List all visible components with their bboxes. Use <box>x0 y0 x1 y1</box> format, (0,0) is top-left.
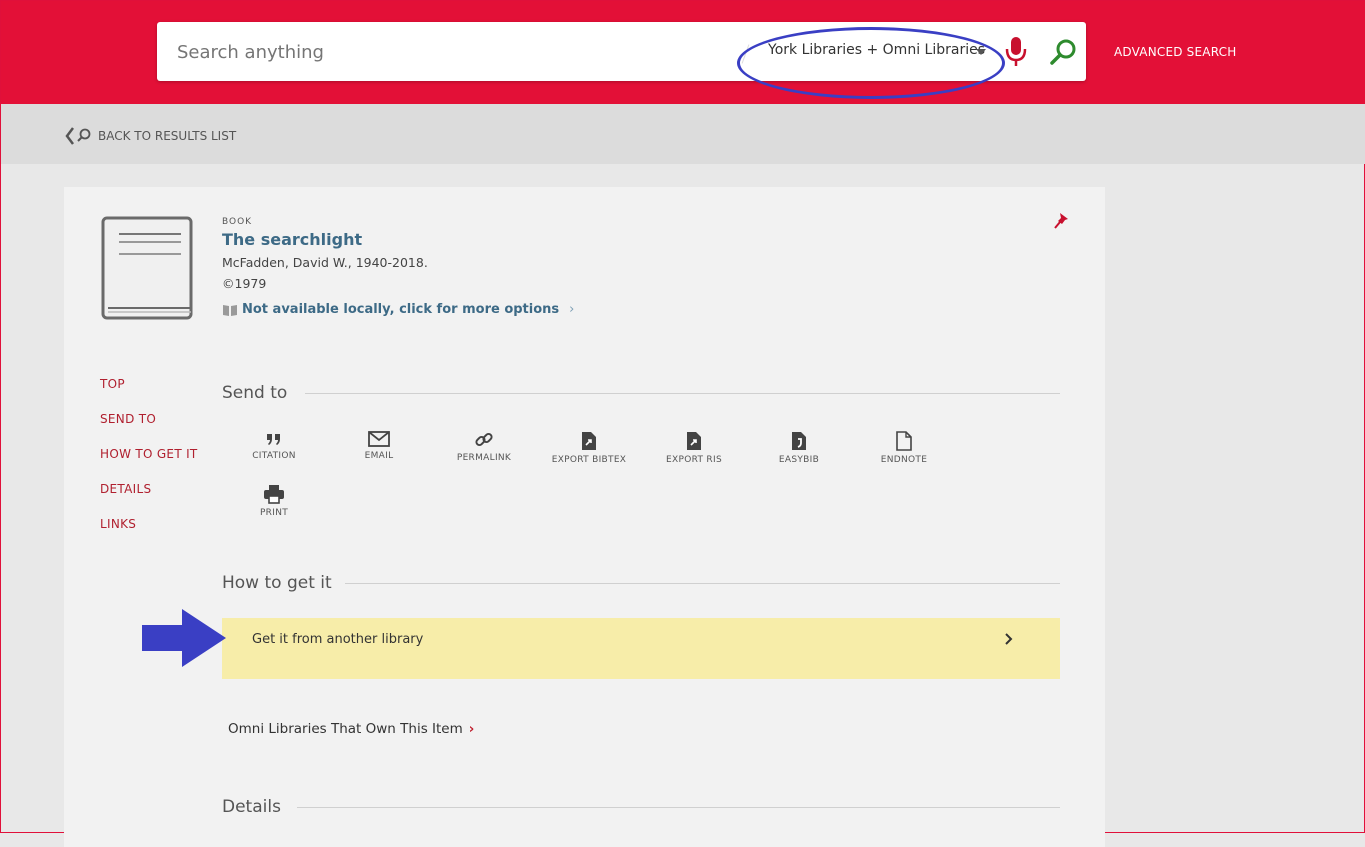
printer-icon <box>264 485 284 504</box>
easybib-icon <box>792 432 806 450</box>
send-to-divider <box>305 393 1060 394</box>
get-it-option-label: Get it from another library <box>252 632 424 647</box>
search-icon[interactable] <box>1047 37 1079 69</box>
citation-label: CITATION <box>252 451 296 461</box>
print-button[interactable]: PRINT <box>234 484 314 518</box>
availability-link[interactable]: Not available locally, click for more op… <box>222 302 574 317</box>
back-label: BACK TO RESULTS LIST <box>98 129 237 143</box>
get-from-another-library-row[interactable]: Get it from another library <box>222 618 1060 679</box>
send-to-heading: Send to <box>222 383 288 403</box>
export-file-icon <box>687 432 701 450</box>
back-to-results-link[interactable]: BACK TO RESULTS LIST <box>64 126 236 146</box>
search-scope-select[interactable]: York Libraries + Omni Libraries <box>768 42 985 58</box>
quote-icon <box>267 434 280 445</box>
email-icon <box>368 431 390 447</box>
export-ris-label: EXPORT RIS <box>666 455 722 465</box>
record-type: BOOK <box>222 217 253 227</box>
export-ris-button[interactable]: EXPORT RIS <box>654 431 734 465</box>
back-bar: BACK TO RESULTS LIST <box>1 104 1365 164</box>
endnote-button[interactable]: ENDNOTE <box>864 431 944 465</box>
export-file-icon <box>582 432 596 450</box>
chevron-right-icon: › <box>569 302 575 317</box>
search-input[interactable] <box>175 38 715 66</box>
book-open-icon <box>223 304 237 316</box>
book-thumbnail <box>101 216 193 324</box>
arrow-annotation-icon <box>142 609 230 673</box>
easybib-button[interactable]: EASYBIB <box>759 431 839 465</box>
how-to-get-heading: How to get it <box>222 573 332 593</box>
citation-button[interactable]: CITATION <box>234 431 314 461</box>
permalink-label: PERMALINK <box>456 453 512 463</box>
chevron-right-icon: › <box>468 721 475 737</box>
export-bibtex-button[interactable]: EXPORT BIBTEX <box>549 431 629 465</box>
email-label: EMAIL <box>364 451 394 461</box>
omni-libraries-label: Omni Libraries That Own This Item <box>228 721 463 737</box>
endnote-label: ENDNOTE <box>880 455 928 465</box>
nav-send-to[interactable]: SEND TO <box>100 412 198 426</box>
section-nav: TOP SEND TO HOW TO GET IT DETAILS LINKS <box>100 377 198 552</box>
nav-links[interactable]: LINKS <box>100 517 198 531</box>
top-bar: York Libraries + Omni Libraries ADVANCED… <box>1 1 1365 104</box>
nav-how-to-get-it[interactable]: HOW TO GET IT <box>100 447 198 461</box>
back-search-icon <box>65 127 91 145</box>
document-icon <box>896 431 912 451</box>
easybib-label: EASYBIB <box>778 455 820 465</box>
search-box: York Libraries + Omni Libraries <box>157 22 1086 81</box>
chevron-right-icon <box>1004 632 1014 650</box>
details-divider <box>297 807 1060 808</box>
omni-libraries-link[interactable]: Omni Libraries That Own This Item › <box>228 721 474 737</box>
advanced-search-link[interactable]: ADVANCED SEARCH <box>1114 45 1236 59</box>
export-bibtex-label: EXPORT BIBTEX <box>551 455 627 465</box>
pin-icon[interactable] <box>1054 212 1070 234</box>
email-button[interactable]: EMAIL <box>339 431 419 461</box>
nav-top[interactable]: TOP <box>100 377 198 391</box>
microphone-icon[interactable] <box>1001 35 1031 69</box>
how-to-get-divider <box>345 583 1060 584</box>
details-heading: Details <box>222 797 281 817</box>
print-label: PRINT <box>259 508 289 518</box>
record-card: BOOK The searchlight McFadden, David W.,… <box>64 187 1105 847</box>
record-title[interactable]: The searchlight <box>222 230 362 249</box>
link-icon <box>475 432 493 447</box>
permalink-button[interactable]: PERMALINK <box>444 431 524 463</box>
nav-details[interactable]: DETAILS <box>100 482 198 496</box>
availability-text: Not available locally, click for more op… <box>242 302 560 317</box>
record-author: McFadden, David W., 1940-2018. <box>222 255 428 270</box>
scope-divider <box>741 44 750 64</box>
caret-down-icon[interactable] <box>976 49 986 55</box>
search-scope-label: York Libraries + Omni Libraries <box>768 42 985 58</box>
record-date: ©1979 <box>222 276 267 291</box>
